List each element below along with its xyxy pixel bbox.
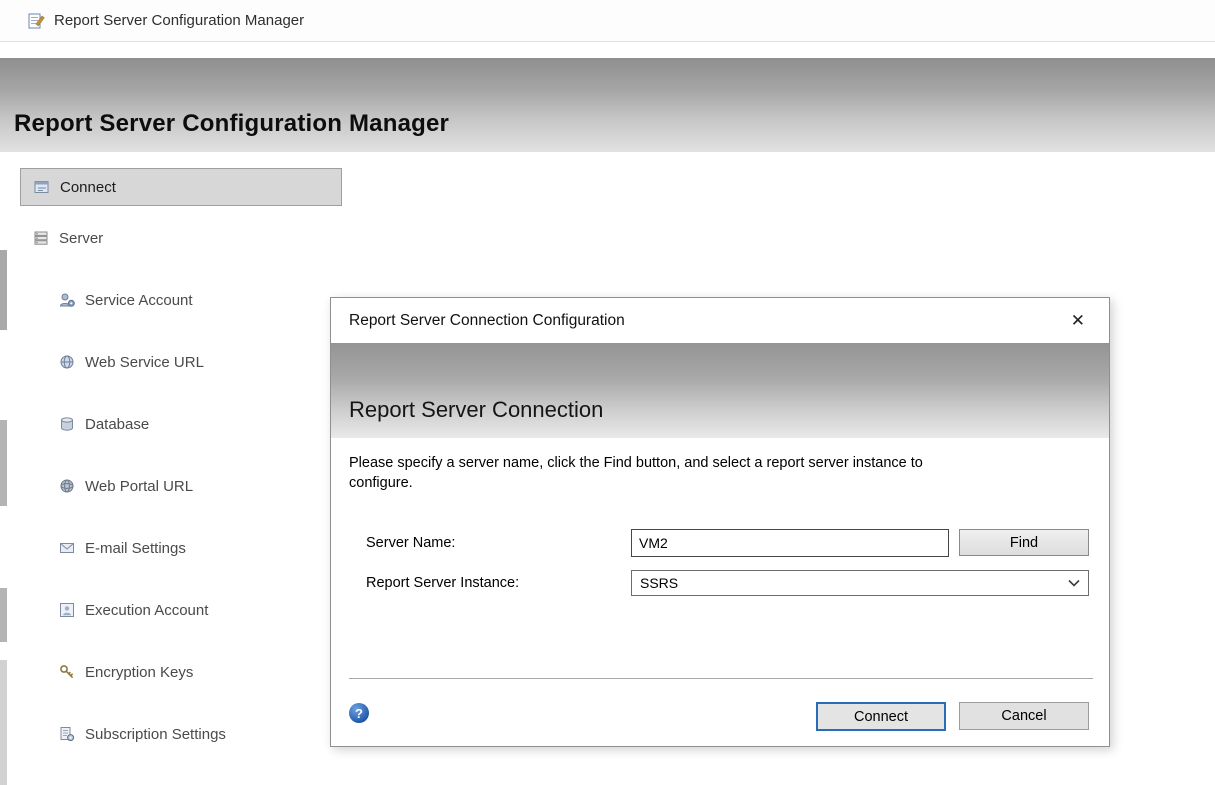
page-title: Report Server Configuration Manager: [14, 110, 449, 138]
header-banner: Report Server Configuration Manager: [0, 58, 1215, 152]
sidebar-item-encryption-keys[interactable]: Encryption Keys: [20, 652, 342, 692]
sidebar-item-label: Encryption Keys: [85, 664, 193, 681]
sidebar-item-label: Web Portal URL: [85, 478, 193, 495]
sidebar-item-database[interactable]: Database: [20, 404, 342, 444]
dialog-instruction: Please specify a server name, click the …: [349, 453, 954, 493]
database-icon: [58, 416, 75, 433]
app-icon: [27, 12, 45, 30]
server-name-input[interactable]: [631, 529, 949, 557]
subscription-settings-icon: [58, 726, 75, 743]
sidebar-item-label: Service Account: [85, 292, 193, 309]
left-edge-artifact: [0, 420, 7, 506]
connect-button[interactable]: Connect: [816, 702, 946, 731]
email-settings-icon: [58, 540, 75, 557]
instance-value: SSRS: [640, 575, 678, 591]
screen: Report Server Configuration Manager Repo…: [0, 0, 1215, 785]
sidebar-item-label: E-mail Settings: [85, 540, 186, 557]
execution-account-icon: [58, 602, 75, 619]
sidebar: Connect Server: [20, 168, 342, 785]
sidebar-item-server[interactable]: Server: [20, 218, 342, 258]
connect-icon: [33, 179, 50, 196]
encryption-keys-icon: [58, 664, 75, 681]
instance-label: Report Server Instance:: [366, 575, 519, 591]
sidebar-item-web-portal-url[interactable]: Web Portal URL: [20, 466, 342, 506]
sidebar-item-subscription-settings[interactable]: Subscription Settings: [20, 714, 342, 754]
dialog-divider: [349, 678, 1093, 679]
sidebar-item-label: Database: [85, 416, 149, 433]
web-portal-url-icon: [58, 478, 75, 495]
chevron-down-icon: [1068, 579, 1080, 587]
server-name-label: Server Name:: [366, 535, 455, 551]
left-edge-artifact: [0, 250, 7, 330]
server-icon: [32, 230, 49, 247]
sidebar-item-label: Subscription Settings: [85, 726, 226, 743]
find-button[interactable]: Find: [959, 529, 1089, 556]
sidebar-item-connect[interactable]: Connect: [20, 168, 342, 206]
help-icon[interactable]: ?: [349, 703, 369, 723]
dialog-titlebar[interactable]: Report Server Connection Configuration ✕: [331, 298, 1109, 343]
sidebar-item-email-settings[interactable]: E-mail Settings: [20, 528, 342, 568]
instance-select[interactable]: SSRS: [631, 570, 1089, 596]
sidebar-item-service-account[interactable]: Service Account: [20, 280, 342, 320]
connection-dialog: Report Server Connection Configuration ✕…: [330, 297, 1110, 747]
window-title: Report Server Configuration Manager: [54, 12, 304, 29]
sidebar-item-execution-account[interactable]: Execution Account: [20, 590, 342, 630]
dialog-banner-title: Report Server Connection: [349, 397, 603, 423]
sidebar-item-label: Execution Account: [85, 602, 208, 619]
web-service-url-icon: [58, 354, 75, 371]
service-account-icon: [58, 292, 75, 309]
dialog-title: Report Server Connection Configuration: [349, 312, 625, 330]
left-edge-artifact: [0, 660, 7, 785]
sidebar-item-web-service-url[interactable]: Web Service URL: [20, 342, 342, 382]
close-icon[interactable]: ✕: [1065, 308, 1091, 333]
sidebar-item-label: Connect: [60, 179, 116, 196]
cancel-button[interactable]: Cancel: [959, 702, 1089, 730]
sidebar-item-label: Server: [59, 230, 103, 247]
left-edge-artifact: [0, 588, 7, 642]
dialog-banner: Report Server Connection: [331, 343, 1109, 438]
sidebar-item-label: Web Service URL: [85, 354, 204, 371]
window-titlebar[interactable]: Report Server Configuration Manager: [0, 0, 1215, 42]
